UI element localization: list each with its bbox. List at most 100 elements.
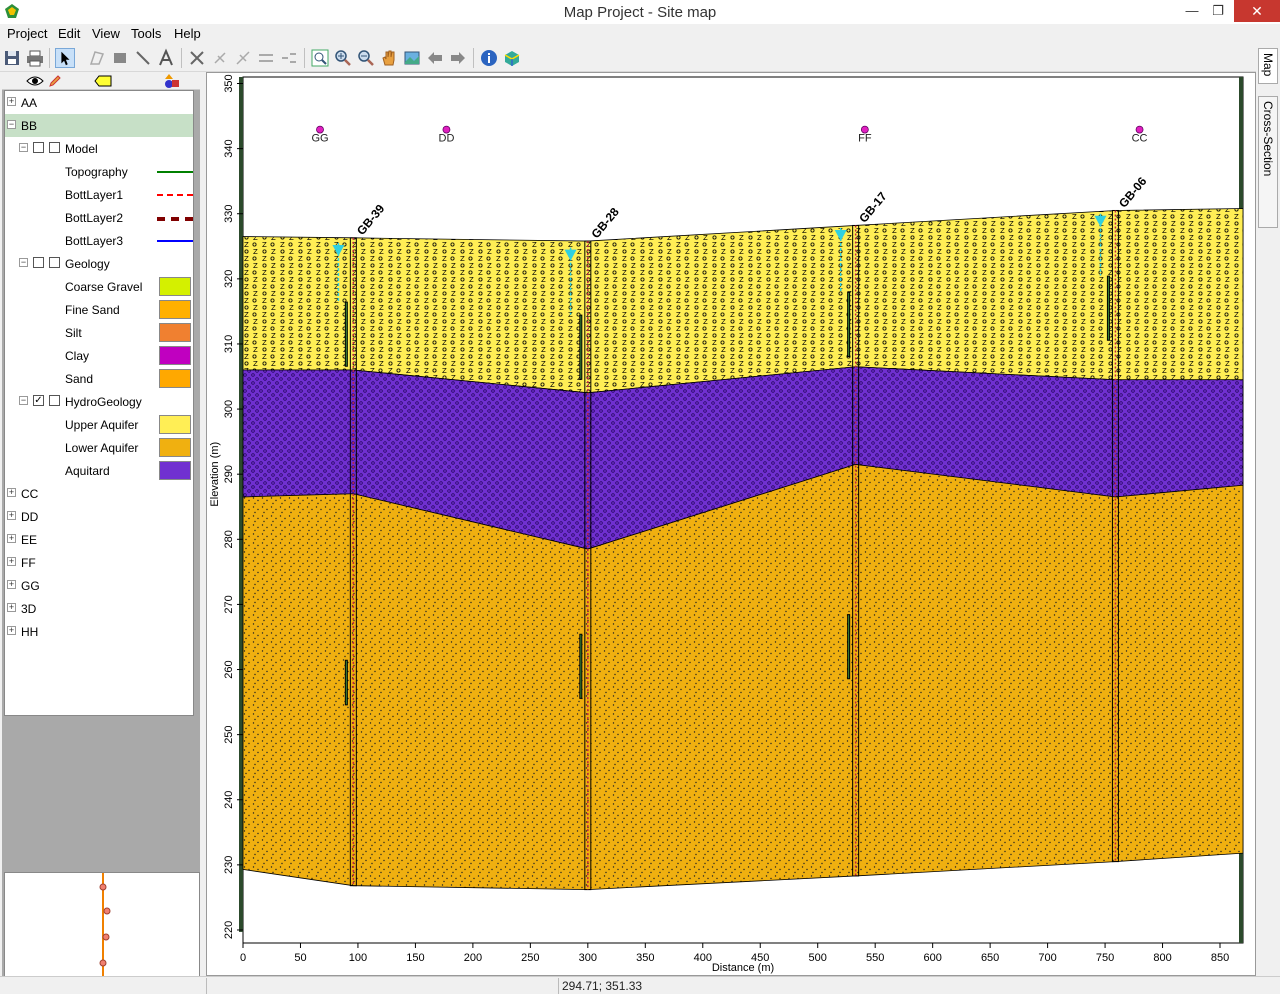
x-tick-label: 150 bbox=[406, 952, 424, 964]
expand-icon[interactable]: + bbox=[7, 534, 16, 543]
pointer-icon[interactable] bbox=[55, 48, 75, 68]
layer-tree[interactable]: + AA − BB − Model Topography BottLayer1 BottLaye… bbox=[4, 90, 194, 716]
tree-item-label: HH bbox=[21, 625, 39, 639]
tree-item-fine-sand[interactable]: Fine Sand bbox=[5, 298, 193, 321]
expand-icon[interactable]: + bbox=[7, 580, 16, 589]
expand-icon[interactable]: + bbox=[7, 488, 16, 497]
zoom-extent-icon[interactable] bbox=[310, 48, 330, 68]
pan-hand-icon[interactable] bbox=[379, 48, 399, 68]
collapse-icon[interactable]: − bbox=[19, 258, 28, 267]
back-arrow-icon[interactable] bbox=[425, 48, 445, 68]
zoom-in-icon[interactable] bbox=[333, 48, 353, 68]
zoom-out-icon[interactable] bbox=[356, 48, 376, 68]
visibility-checkbox[interactable] bbox=[33, 257, 44, 268]
collapse-icon[interactable]: − bbox=[7, 120, 16, 129]
x-tick-label: 800 bbox=[1153, 952, 1171, 964]
collapse-icon[interactable]: − bbox=[19, 396, 28, 405]
text-tool-icon[interactable] bbox=[156, 48, 176, 68]
tree-item-ee[interactable]: + EE bbox=[5, 528, 193, 551]
collapse-icon[interactable]: − bbox=[19, 143, 28, 152]
tab-cross-section[interactable]: Cross-Section bbox=[1258, 96, 1278, 228]
cut-line-icon[interactable] bbox=[233, 48, 253, 68]
legend-swatch bbox=[159, 277, 191, 296]
print-icon[interactable] bbox=[25, 48, 45, 68]
tree-item-dd[interactable]: + DD bbox=[5, 505, 193, 528]
visibility-eye-icon[interactable] bbox=[26, 74, 44, 88]
cross-section-chart[interactable]: Z Z 220230240250260270280290300310320330… bbox=[207, 73, 1255, 975]
info-icon[interactable] bbox=[479, 48, 499, 68]
symbology-icon[interactable] bbox=[164, 73, 180, 89]
legend-swatch bbox=[159, 415, 191, 434]
forward-arrow-icon[interactable] bbox=[448, 48, 468, 68]
tree-item-aquitard[interactable]: Aquitard bbox=[5, 459, 193, 482]
draw-polygon-icon[interactable] bbox=[87, 48, 107, 68]
tree-item-3d[interactable]: +3D bbox=[5, 597, 193, 620]
tree-item-label: Aquitard bbox=[65, 464, 110, 478]
tree-item-clay[interactable]: Clay bbox=[5, 344, 193, 367]
tree-item-bb[interactable]: − BB bbox=[5, 114, 193, 137]
split-lines-icon[interactable] bbox=[279, 48, 299, 68]
tree-item-model[interactable]: − Model bbox=[5, 137, 193, 160]
join-lines-icon[interactable] bbox=[256, 48, 276, 68]
menu-project[interactable]: Project bbox=[7, 26, 47, 41]
visibility-checkbox[interactable] bbox=[33, 142, 44, 153]
tree-item-label: BottLayer1 bbox=[65, 188, 124, 202]
edit-checkbox[interactable] bbox=[49, 257, 60, 268]
edit-checkbox[interactable] bbox=[49, 142, 60, 153]
tree-item-label: Upper Aquifer bbox=[65, 418, 139, 432]
restore-button[interactable]: ❐ bbox=[1202, 0, 1234, 22]
delete-icon[interactable] bbox=[187, 48, 207, 68]
expand-icon[interactable]: + bbox=[7, 626, 16, 635]
menu-edit[interactable]: Edit bbox=[58, 26, 80, 41]
tree-item-hydrogeology[interactable]: − ✓ HydroGeology bbox=[5, 390, 193, 413]
expand-icon[interactable]: + bbox=[7, 557, 16, 566]
tree-item-sand[interactable]: Sand bbox=[5, 367, 193, 390]
close-button[interactable]: ✕ bbox=[1234, 0, 1280, 22]
tree-item-ff[interactable]: + FF bbox=[5, 551, 193, 574]
y-tick-label: 220 bbox=[223, 921, 235, 939]
tree-item-bottlayer3[interactable]: BottLayer3 bbox=[5, 229, 193, 252]
menu-tools[interactable]: Tools bbox=[131, 26, 161, 41]
tree-item-gg[interactable]: + GG bbox=[5, 574, 193, 597]
tree-item-aa[interactable]: + AA bbox=[5, 91, 193, 114]
legend-line-symbol bbox=[157, 171, 193, 173]
label-tag-icon[interactable] bbox=[94, 75, 112, 87]
tree-item-hh[interactable]: + HH bbox=[5, 620, 193, 643]
cross-section-view[interactable]: Z Z 220230240250260270280290300310320330… bbox=[206, 72, 1256, 976]
draw-rectangle-icon[interactable] bbox=[110, 48, 130, 68]
y-tick-label: 350 bbox=[223, 74, 235, 92]
tree-item-silt[interactable]: Silt bbox=[5, 321, 193, 344]
y-axis-label: Elevation (m) bbox=[209, 442, 221, 507]
legend-swatch bbox=[159, 300, 191, 319]
tree-item-label: Topography bbox=[65, 165, 128, 179]
tab-map[interactable]: Map bbox=[1258, 48, 1278, 84]
tree-item-lower-aquifer[interactable]: Lower Aquifer bbox=[5, 436, 193, 459]
tree-item-bottlayer1[interactable]: BottLayer1 bbox=[5, 183, 193, 206]
expand-icon[interactable]: + bbox=[7, 511, 16, 520]
overview-map[interactable] bbox=[4, 872, 200, 988]
expand-icon[interactable]: + bbox=[7, 97, 16, 106]
tree-item-geology[interactable]: − Geology bbox=[5, 252, 193, 275]
save-icon[interactable] bbox=[2, 48, 22, 68]
expand-icon[interactable]: + bbox=[7, 603, 16, 612]
legend-line-symbol bbox=[157, 194, 193, 196]
x-axis-label: Distance (m) bbox=[712, 962, 774, 974]
draw-line-icon[interactable] bbox=[133, 48, 153, 68]
y-tick-label: 340 bbox=[223, 139, 235, 157]
x-tick-label: 200 bbox=[464, 952, 482, 964]
tree-item-bottlayer2[interactable]: BottLayer2 bbox=[5, 206, 193, 229]
tree-item-topography[interactable]: Topography bbox=[5, 160, 193, 183]
delete-vertex-icon[interactable] bbox=[210, 48, 230, 68]
layer-panel-header bbox=[2, 72, 200, 90]
visibility-checkbox[interactable]: ✓ bbox=[33, 395, 44, 406]
menu-help[interactable]: Help bbox=[174, 26, 201, 41]
tree-item-cc[interactable]: + CC bbox=[5, 482, 193, 505]
background-map-icon[interactable] bbox=[402, 48, 422, 68]
tree-item-coarse-gravel[interactable]: Coarse Gravel bbox=[5, 275, 193, 298]
edit-checkbox[interactable] bbox=[49, 395, 60, 406]
tree-item-upper-aquifer[interactable]: Upper Aquifer bbox=[5, 413, 193, 436]
3d-view-icon[interactable] bbox=[502, 48, 522, 68]
edit-pencil-icon[interactable] bbox=[48, 74, 62, 88]
menu-view[interactable]: View bbox=[92, 26, 120, 41]
tab-cross-section-label: Cross-Section bbox=[1261, 101, 1275, 177]
